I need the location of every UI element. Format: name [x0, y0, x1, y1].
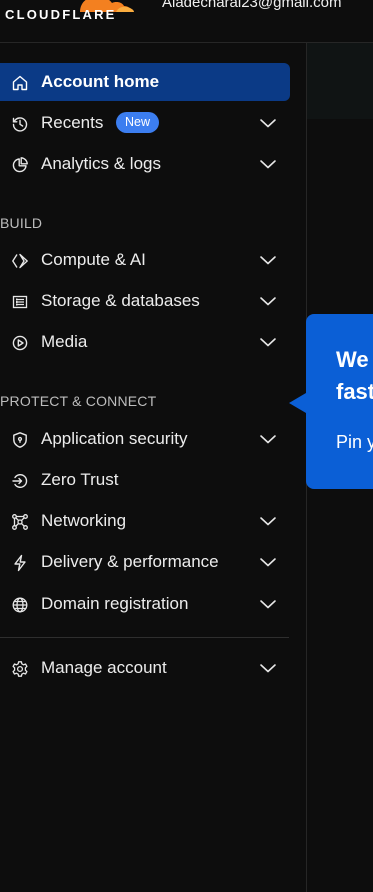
sidebar-item-label: Analytics & logs [41, 154, 161, 173]
history-icon [11, 115, 29, 133]
user-email[interactable]: Aladecharai23@gmail.com [162, 0, 341, 11]
sidebar-item-label: Media [41, 332, 88, 351]
pie-chart-icon [11, 156, 29, 174]
sidebar-item-account-home[interactable]: Account home [0, 63, 290, 101]
sidebar-item-recents[interactable]: Recents New [0, 104, 290, 142]
main-header-band [307, 43, 373, 119]
play-icon [11, 334, 29, 352]
sidebar-item-zero-trust[interactable]: Zero Trust [0, 461, 290, 499]
sidebar-item-application-security[interactable]: Application security [0, 420, 290, 458]
home-icon [11, 74, 29, 92]
sidebar-item-label: Recents [41, 113, 104, 132]
zero-trust-icon [11, 472, 29, 490]
tooltip-title-line-2: fast [336, 379, 373, 404]
globe-icon [11, 596, 29, 614]
gear-icon [11, 660, 29, 678]
sidebar-item-label: Zero Trust [41, 470, 119, 489]
section-label-build: BUILD [0, 215, 43, 231]
sidebar-item-analytics-logs[interactable]: Analytics & logs [0, 145, 290, 183]
network-icon [11, 513, 29, 531]
chevron-down-icon[interactable] [259, 432, 277, 446]
section-label-protect-connect: PROTECT & CONNECT [0, 393, 157, 409]
chevron-down-icon[interactable] [259, 597, 277, 611]
lightning-icon [11, 554, 29, 572]
tooltip-title: We fast [336, 344, 373, 408]
chevron-down-icon[interactable] [259, 335, 277, 349]
top-bar: CLOUDFLARE Aladecharai23@gmail.com [0, 0, 373, 43]
sidebar-section-divider [0, 637, 289, 638]
logo-text[interactable]: CLOUDFLARE [5, 7, 117, 22]
chevron-down-icon[interactable] [259, 514, 277, 528]
onboarding-tooltip[interactable]: We fast Pin y [306, 314, 373, 489]
chevron-down-icon[interactable] [259, 157, 277, 171]
chevron-down-icon[interactable] [259, 253, 277, 267]
sidebar-item-storage-databases[interactable]: Storage & databases [0, 282, 290, 320]
sidebar-item-label: Storage & databases [41, 291, 200, 310]
chevron-down-icon[interactable] [259, 661, 277, 675]
tooltip-arrow [289, 393, 306, 413]
sidebar-item-delivery-performance[interactable]: Delivery & performance [0, 543, 290, 581]
chevron-down-icon[interactable] [259, 116, 277, 130]
new-badge: New [116, 112, 160, 133]
sidebar-item-label: Account home [41, 72, 160, 91]
sidebar-item-label: Manage account [41, 658, 167, 677]
chevron-down-icon[interactable] [259, 555, 277, 569]
sidebar-item-label: Application security [41, 429, 188, 448]
sidebar-item-networking[interactable]: Networking [0, 502, 290, 540]
sidebar-item-compute-ai[interactable]: Compute & AI [0, 241, 290, 279]
tooltip-title-line-1: We [336, 347, 369, 372]
chevron-down-icon[interactable] [259, 294, 277, 308]
sidebar-item-label: Networking [41, 511, 127, 530]
sidebar: Account home Recents New Analytics & log… [0, 43, 290, 892]
shield-icon [11, 431, 29, 449]
sidebar-item-domain-registration[interactable]: Domain registration [0, 585, 290, 623]
sidebar-item-label: Compute & AI [41, 250, 146, 269]
sidebar-item-label: Domain registration [41, 594, 189, 613]
tooltip-body: Pin y [336, 432, 373, 452]
compute-icon [11, 252, 29, 270]
storage-icon [11, 293, 29, 311]
sidebar-item-manage-account[interactable]: Manage account [0, 649, 290, 687]
sidebar-item-label: Delivery & performance [41, 552, 219, 571]
sidebar-item-media[interactable]: Media [0, 323, 290, 361]
